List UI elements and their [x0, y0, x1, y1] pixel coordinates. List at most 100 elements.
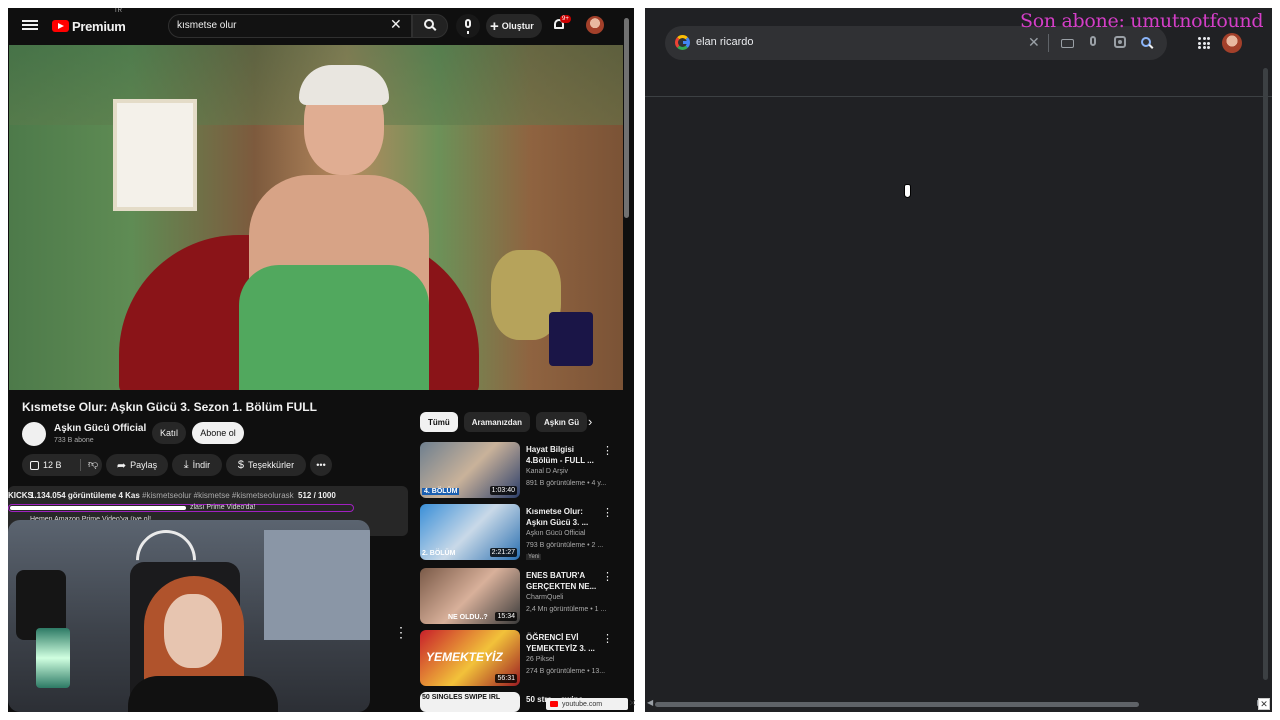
page-scrollbar[interactable]	[624, 18, 629, 218]
search-button[interactable]	[412, 14, 448, 38]
chevron-right-icon[interactable]: ›	[588, 414, 592, 429]
keyboard-icon[interactable]	[1061, 39, 1074, 48]
video-duration: 15:34	[495, 612, 517, 621]
share-icon: ➦	[116, 459, 127, 472]
youtube-play-icon	[52, 20, 69, 32]
video-meta: 891 B görüntüleme • 4 y...	[526, 480, 607, 487]
video-thumbnail[interactable]: 2. BÖLÜM 2:21:27	[420, 504, 520, 560]
video-person	[209, 65, 429, 390]
search-icon[interactable]	[1141, 37, 1151, 47]
video-player[interactable]	[9, 45, 623, 390]
thumbnail-label: NE OLDU..?	[448, 614, 488, 621]
google-window: elan ricardo ✕ ◀ ▶	[645, 8, 1272, 712]
related-video[interactable]: 2. BÖLÜM 2:21:27 Kısmetse Olur: Aşkın Gü…	[420, 504, 630, 562]
horizontal-scrollbar[interactable]	[655, 702, 1139, 707]
join-button[interactable]: Katıl	[152, 422, 186, 444]
video-meta: 274 B görüntüleme • 13...	[526, 668, 606, 675]
video-duration: 1:03:40	[489, 486, 517, 495]
vertical-scrollbar[interactable]	[1263, 68, 1268, 680]
thanks-button[interactable]: $ Teşekkürler	[226, 454, 306, 476]
lamp-prop	[36, 628, 70, 688]
subscriber-count: 733 B abone	[54, 437, 94, 444]
search-divider	[1048, 34, 1049, 52]
plus-icon: +	[490, 17, 499, 35]
thumbnail-label: YEMEKTEYİZ	[426, 650, 503, 664]
clear-search-icon[interactable]: ✕	[390, 17, 402, 31]
video-duration: 56:31	[495, 674, 517, 683]
chip-all[interactable]: Tümü	[420, 412, 458, 432]
more-vert-icon[interactable]: ⋮	[602, 570, 613, 583]
account-avatar[interactable]	[586, 16, 604, 34]
related-video[interactable]: NE OLDU..? 15:34 ENES BATUR'A GERÇEKTEN …	[420, 568, 630, 626]
new-badge: Yeni	[526, 554, 542, 560]
thanks-icon: $	[237, 459, 245, 471]
close-icon[interactable]: ✕	[1258, 698, 1270, 710]
like-count: 12 B	[43, 460, 62, 470]
goal-progress-fill	[10, 506, 186, 510]
video-thumbnail[interactable]: 50 SINGLES SWIPE IRL	[420, 692, 520, 712]
scroll-left-icon[interactable]: ◀	[647, 698, 653, 707]
search-input[interactable]: kısmetse olur	[168, 14, 412, 38]
video-channel: 26 Piksel	[526, 656, 555, 663]
lens-icon[interactable]	[1114, 36, 1126, 48]
more-vert-icon[interactable]: ⋮	[602, 444, 613, 457]
related-video[interactable]: 4. BÖLÜM 1:03:40 Hayat Bilgisi 4.Bölüm -…	[420, 442, 630, 500]
related-filter-chips: Tümü Aramanızdan Aşkın Gü	[420, 412, 593, 432]
chip-askin-gucu[interactable]: Aşkın Gü	[536, 412, 588, 432]
create-button[interactable]: + Oluştur	[486, 14, 542, 38]
thumbnail-label: 2. BÖLÜM	[422, 550, 456, 557]
more-vert-icon[interactable]: ⋮	[602, 632, 613, 645]
hand-cursor-icon	[902, 184, 913, 199]
share-button[interactable]: ➦ Paylaş	[106, 454, 168, 476]
header-divider	[645, 96, 1272, 97]
close-icon[interactable]: ✕	[628, 698, 636, 709]
create-label: Oluştur	[501, 21, 534, 31]
video-channel: Kanal D Arşiv	[526, 468, 569, 475]
video-title: ÖĞRENCİ EVİ YEMEKTEYİZ 3. ...	[526, 633, 595, 653]
video-title: Hayat Bilgisi 4.Bölüm - FULL ...	[526, 445, 594, 465]
related-video[interactable]: YEMEKTEYİZ 56:31 ÖĞRENCİ EVİ YEMEKTEYİZ …	[420, 630, 630, 688]
tab-source-badge[interactable]: youtube.com ✕	[546, 698, 636, 710]
thumbnail-label: 50 SINGLES SWIPE IRL	[422, 694, 501, 701]
youtube-icon	[550, 701, 558, 707]
voice-search-button[interactable]	[456, 14, 480, 38]
download-button[interactable]: ⤓ İndir	[172, 454, 222, 476]
menu-icon[interactable]	[22, 18, 38, 34]
youtube-window: Premium TR kısmetse olur ✕ + Oluştur 9+	[8, 8, 634, 712]
chip-from-search[interactable]: Aramanızdan	[463, 412, 531, 432]
video-thumbnail[interactable]: YEMEKTEYİZ 56:31	[420, 630, 520, 686]
video-channel: CharmQueli	[526, 594, 564, 601]
video-duration: 2:21:27	[489, 548, 517, 557]
thumbs-down-icon[interactable]: 👎︎	[88, 458, 98, 470]
thanks-label: Teşekkürler	[248, 460, 295, 470]
webcam-overlay	[8, 520, 370, 712]
desktop: Premium TR kısmetse olur ✕ + Oluştur 9+	[0, 0, 1280, 720]
comment-more-icon[interactable]: ⋮	[394, 624, 408, 641]
hashtags[interactable]: #kismetseolur #kismetse #kismetseolurask	[142, 491, 294, 500]
mic-icon[interactable]	[1090, 36, 1096, 46]
channel-avatar[interactable]	[22, 422, 46, 446]
video-meta: 2,4 Mn görüntüleme • 1 ...	[526, 606, 607, 613]
account-avatar[interactable]	[1222, 33, 1242, 53]
youtube-topbar: Premium TR kısmetse olur ✕ + Oluştur 9+	[8, 8, 634, 44]
like-button[interactable]: 12 B 👎︎	[22, 454, 102, 476]
google-search-value: elan ricardo	[696, 36, 754, 48]
youtube-logo[interactable]: Premium	[52, 17, 126, 35]
view-count: 1.134.054 görüntüleme 4 Kas	[30, 491, 140, 500]
video-thumbnail[interactable]: 4. BÖLÜM 1:03:40	[420, 442, 520, 498]
region-code: TR	[114, 8, 122, 14]
thumbs-up-icon	[30, 460, 39, 470]
more-actions-button[interactable]: •••	[310, 454, 332, 476]
more-vert-icon[interactable]: ⋮	[602, 506, 613, 519]
channel-name[interactable]: Aşkın Gücü Official	[54, 423, 146, 434]
thumbnail-label: 4. BÖLÜM	[422, 488, 460, 495]
clear-search-icon[interactable]: ✕	[1028, 34, 1040, 51]
apps-grid-icon[interactable]	[1198, 37, 1210, 49]
video-channel: Aşkın Gücü Official	[526, 530, 586, 537]
subscribe-button[interactable]: Abone ol	[192, 422, 244, 444]
video-mug-prop	[549, 312, 593, 366]
video-thumbnail[interactable]: NE OLDU..? 15:34	[420, 568, 520, 624]
download-icon: ⤓	[183, 458, 189, 471]
google-logo-icon[interactable]	[675, 35, 690, 50]
video-meta: 793 B görüntüleme • 2 ...	[526, 542, 604, 549]
